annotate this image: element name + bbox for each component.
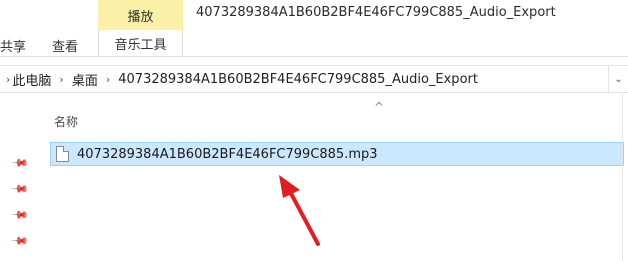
annotation-arrow-icon: [279, 175, 320, 246]
file-explorer-window: 播放 音乐工具 4073289384A1B60B2BF4E46FC799C885…: [0, 0, 628, 261]
